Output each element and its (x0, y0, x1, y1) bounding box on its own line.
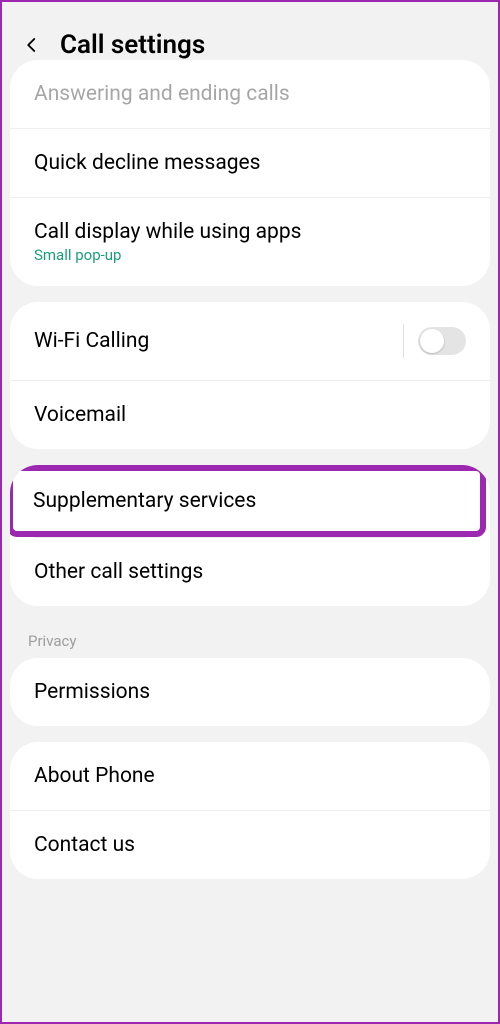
item-label: Answering and ending calls (34, 82, 466, 106)
item-label: Supplementary services (33, 489, 460, 513)
settings-group-4: Permissions (10, 658, 490, 726)
item-label: Call display while using apps (34, 220, 466, 244)
settings-group-1: Answering and ending calls Quick decline… (10, 60, 490, 286)
back-icon[interactable] (22, 35, 42, 55)
item-label: Quick decline messages (34, 151, 466, 175)
item-permissions[interactable]: Permissions (10, 658, 490, 726)
item-quick-decline[interactable]: Quick decline messages (10, 129, 490, 198)
item-other-call-settings[interactable]: Other call settings (10, 538, 490, 606)
toggle-knob (420, 329, 444, 353)
item-about-phone[interactable]: About Phone (10, 742, 490, 811)
section-label-privacy: Privacy (2, 622, 498, 658)
item-label: Wi-Fi Calling (34, 329, 149, 353)
settings-screen: Call settings Answering and ending calls… (2, 2, 498, 1022)
item-call-display[interactable]: Call display while using apps Small pop-… (10, 198, 490, 286)
item-label: Contact us (34, 833, 466, 857)
settings-group-5: About Phone Contact us (10, 742, 490, 879)
page-title: Call settings (60, 30, 205, 60)
vertical-divider (403, 324, 404, 358)
item-voicemail[interactable]: Voicemail (10, 381, 490, 449)
settings-group-2: Wi-Fi Calling Voicemail (10, 302, 490, 449)
item-label: About Phone (34, 764, 466, 788)
settings-group-3: Supplementary services Other call settin… (10, 465, 490, 606)
item-label: Permissions (34, 680, 466, 704)
item-subtitle: Small pop-up (34, 246, 466, 264)
toggle-container (403, 324, 466, 358)
highlighted-item-supplementary[interactable]: Supplementary services (10, 465, 486, 537)
wifi-calling-toggle[interactable] (418, 327, 466, 355)
item-contact-us[interactable]: Contact us (10, 811, 490, 879)
item-answering-ending[interactable]: Answering and ending calls (10, 60, 490, 129)
item-label: Other call settings (34, 560, 466, 584)
item-wifi-calling[interactable]: Wi-Fi Calling (10, 302, 490, 381)
item-label: Voicemail (34, 403, 466, 427)
